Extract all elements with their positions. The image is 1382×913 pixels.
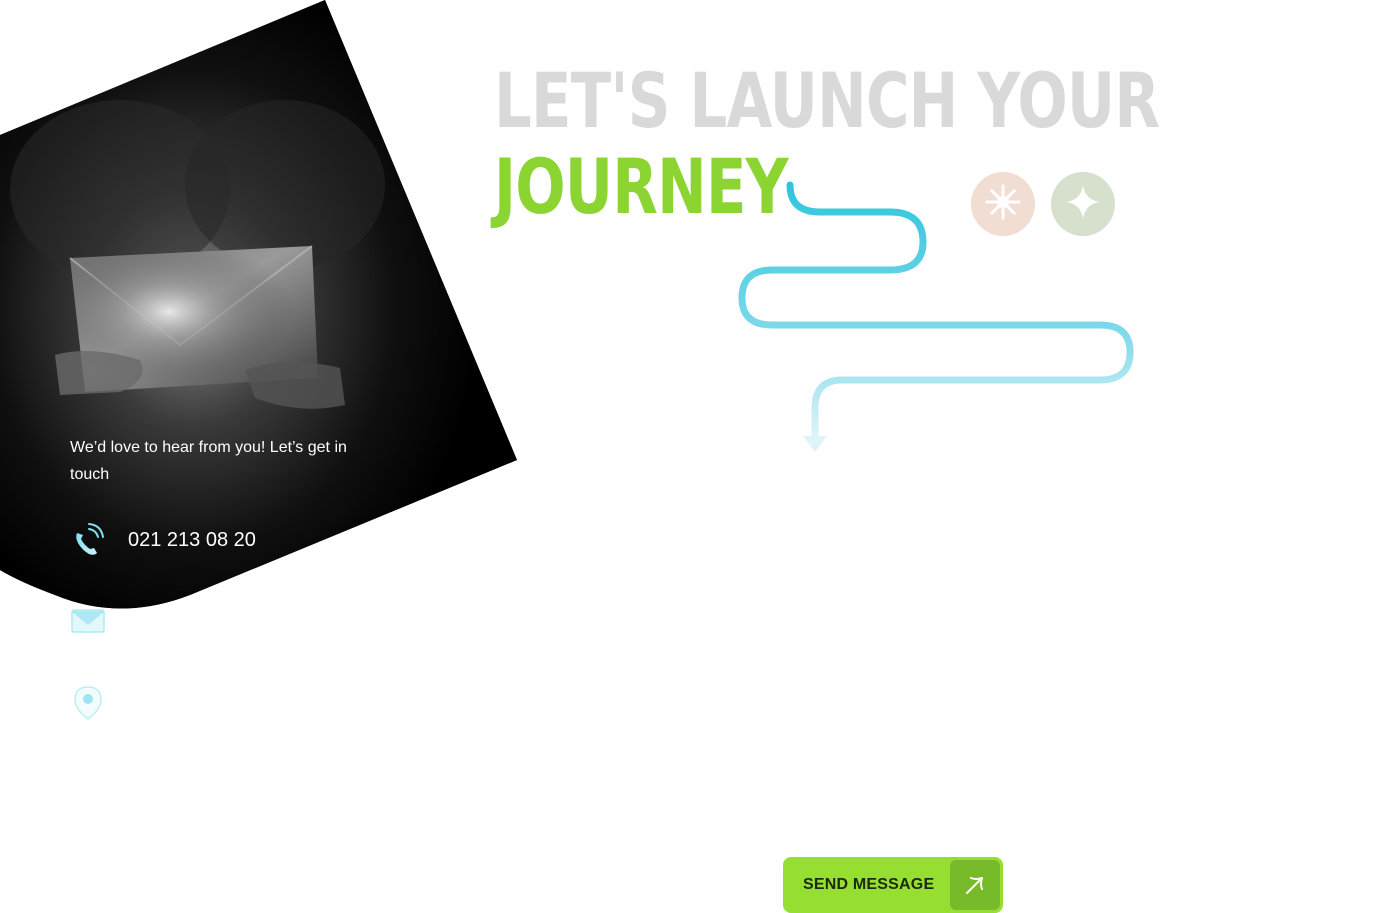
contact-phone-row[interactable]: 021 213 08 20 — [68, 520, 256, 560]
send-message-button[interactable]: SEND MESSAGE — [783, 857, 1003, 913]
envelope-icon — [68, 600, 108, 640]
heading-line-primary: LET'S LAUNCH YOUR — [494, 56, 1160, 145]
contact-location-row[interactable] — [68, 683, 128, 723]
contact-page: We’d love to hear from you! Let’s get in… — [0, 0, 1382, 913]
phone-ringing-icon — [68, 520, 108, 560]
contact-intro-text: We’d love to hear from you! Let’s get in… — [70, 439, 347, 483]
four-point-star-badge — [1051, 172, 1115, 236]
sparkle-burst-badge — [971, 172, 1035, 236]
four-point-star-icon — [1064, 183, 1102, 226]
arrow-up-right-icon — [950, 860, 1000, 910]
sparkle-burst-icon — [983, 182, 1023, 227]
contact-phone-number[interactable]: 021 213 08 20 — [128, 529, 256, 552]
send-message-label: SEND MESSAGE — [803, 876, 935, 893]
contact-email-row[interactable] — [68, 600, 128, 640]
map-pin-icon — [68, 683, 108, 723]
